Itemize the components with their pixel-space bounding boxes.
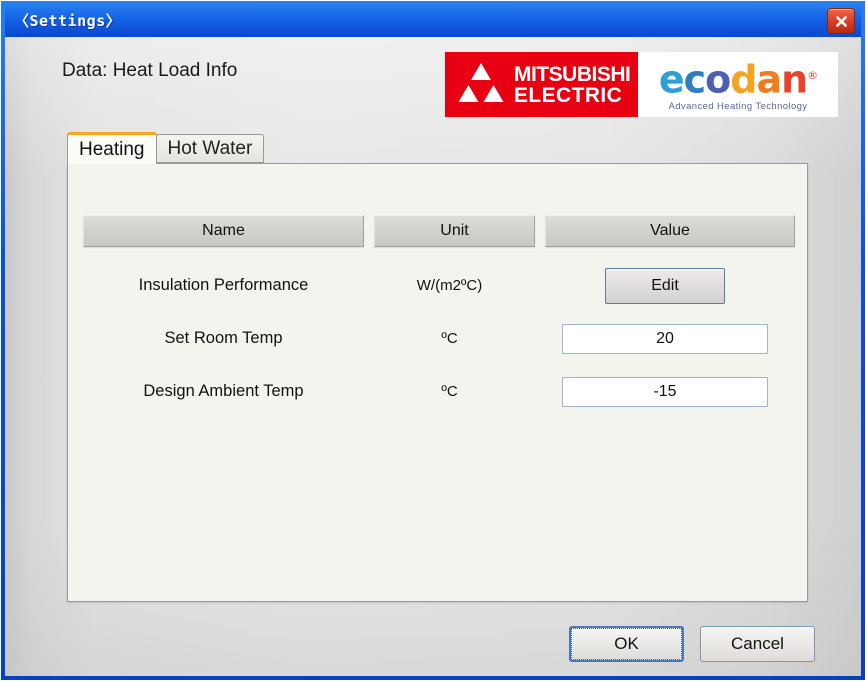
ecodan-logo: ecodan® Advanced Heating Technology bbox=[638, 52, 838, 117]
edit-button[interactable]: Edit bbox=[605, 267, 725, 304]
design-ambient-temp-input[interactable] bbox=[562, 376, 768, 407]
tab-strip: Heating Hot Water bbox=[67, 132, 265, 164]
table-row: Insulation Performance W/(m2ºC) Edit bbox=[83, 259, 795, 312]
ecodan-letter-a: a bbox=[756, 57, 782, 102]
dialog-footer: OK Cancel bbox=[569, 626, 815, 662]
mitsubishi-wordmark-line2: ELECTRIC bbox=[514, 83, 623, 107]
row-value-insulation-performance: Edit bbox=[535, 267, 795, 304]
ecodan-wordmark: ecodan® bbox=[658, 57, 818, 102]
ecodan-letter-d: d bbox=[730, 57, 757, 102]
row-unit-design-ambient-temp: ºC bbox=[441, 383, 458, 400]
ecodan-letter-e: e bbox=[658, 57, 685, 102]
row-value-set-room-temp bbox=[535, 323, 795, 354]
row-name-design-ambient-temp: Design Ambient Temp bbox=[143, 382, 304, 400]
ok-button[interactable]: OK bbox=[569, 626, 684, 662]
tab-hot-water[interactable]: Hot Water bbox=[155, 134, 265, 163]
window-title: 〈Settings〉 bbox=[14, 12, 122, 30]
ecodan-tagline: Advanced Heating Technology bbox=[668, 100, 808, 112]
column-header-name[interactable]: Name bbox=[83, 215, 364, 247]
ecodan-letter-o: o bbox=[705, 57, 731, 102]
heating-tab-panel: Name Unit Value Insulation Performance W… bbox=[67, 163, 808, 602]
mitsubishi-electric-logo: MITSUBISHI ELECTRIC bbox=[445, 52, 638, 117]
table-row: Design Ambient Temp ºC bbox=[83, 365, 795, 418]
branding-logos: MITSUBISHI ELECTRIC ecodan® Advanced Hea… bbox=[445, 52, 838, 117]
ok-button-label: OK bbox=[571, 628, 682, 660]
data-title-label: Data: Heat Load Info bbox=[62, 60, 238, 81]
table-row: Set Room Temp ºC bbox=[83, 312, 795, 365]
ecodan-letter-c: c bbox=[683, 57, 707, 102]
column-header-name-label: Name bbox=[202, 222, 245, 239]
column-header-value-label: Value bbox=[650, 222, 690, 239]
mitsubishi-wordmark: MITSUBISHI ELECTRIC bbox=[514, 62, 631, 107]
ecodan-letter-n: n bbox=[781, 57, 808, 102]
row-unit-set-room-temp: ºC bbox=[441, 330, 458, 347]
row-unit-insulation-performance: W/(m2ºC) bbox=[416, 277, 483, 294]
table-body: Insulation Performance W/(m2ºC) Edit Set… bbox=[83, 259, 795, 418]
mitsubishi-wordmark-line1: MITSUBISHI bbox=[514, 62, 631, 86]
settings-dialog-window: 〈Settings〉 Data: Heat Load Info MITSUBIS… bbox=[0, 0, 866, 681]
row-value-design-ambient-temp bbox=[535, 376, 795, 407]
cancel-button-label: Cancel bbox=[731, 634, 784, 653]
mitsubishi-diamonds-icon bbox=[458, 62, 504, 102]
registered-trademark-icon: ® bbox=[807, 69, 818, 83]
tab-heating[interactable]: Heating bbox=[67, 132, 157, 164]
cancel-button[interactable]: Cancel bbox=[700, 626, 815, 662]
dialog-client-area: Data: Heat Load Info MITSUBISHI ELECTRIC… bbox=[5, 37, 861, 676]
row-name-set-room-temp: Set Room Temp bbox=[164, 329, 283, 347]
column-header-unit-label: Unit bbox=[440, 222, 469, 239]
row-name-insulation-performance: Insulation Performance bbox=[138, 276, 309, 294]
close-icon[interactable] bbox=[827, 8, 855, 34]
table-column-headers: Name Unit Value bbox=[83, 215, 795, 247]
tab-heating-label: Heating bbox=[79, 138, 145, 160]
title-bar: 〈Settings〉 bbox=[5, 4, 861, 37]
column-header-value[interactable]: Value bbox=[545, 215, 795, 247]
tab-hot-water-label: Hot Water bbox=[167, 137, 253, 159]
column-header-unit[interactable]: Unit bbox=[374, 215, 535, 247]
set-room-temp-input[interactable] bbox=[562, 323, 768, 354]
